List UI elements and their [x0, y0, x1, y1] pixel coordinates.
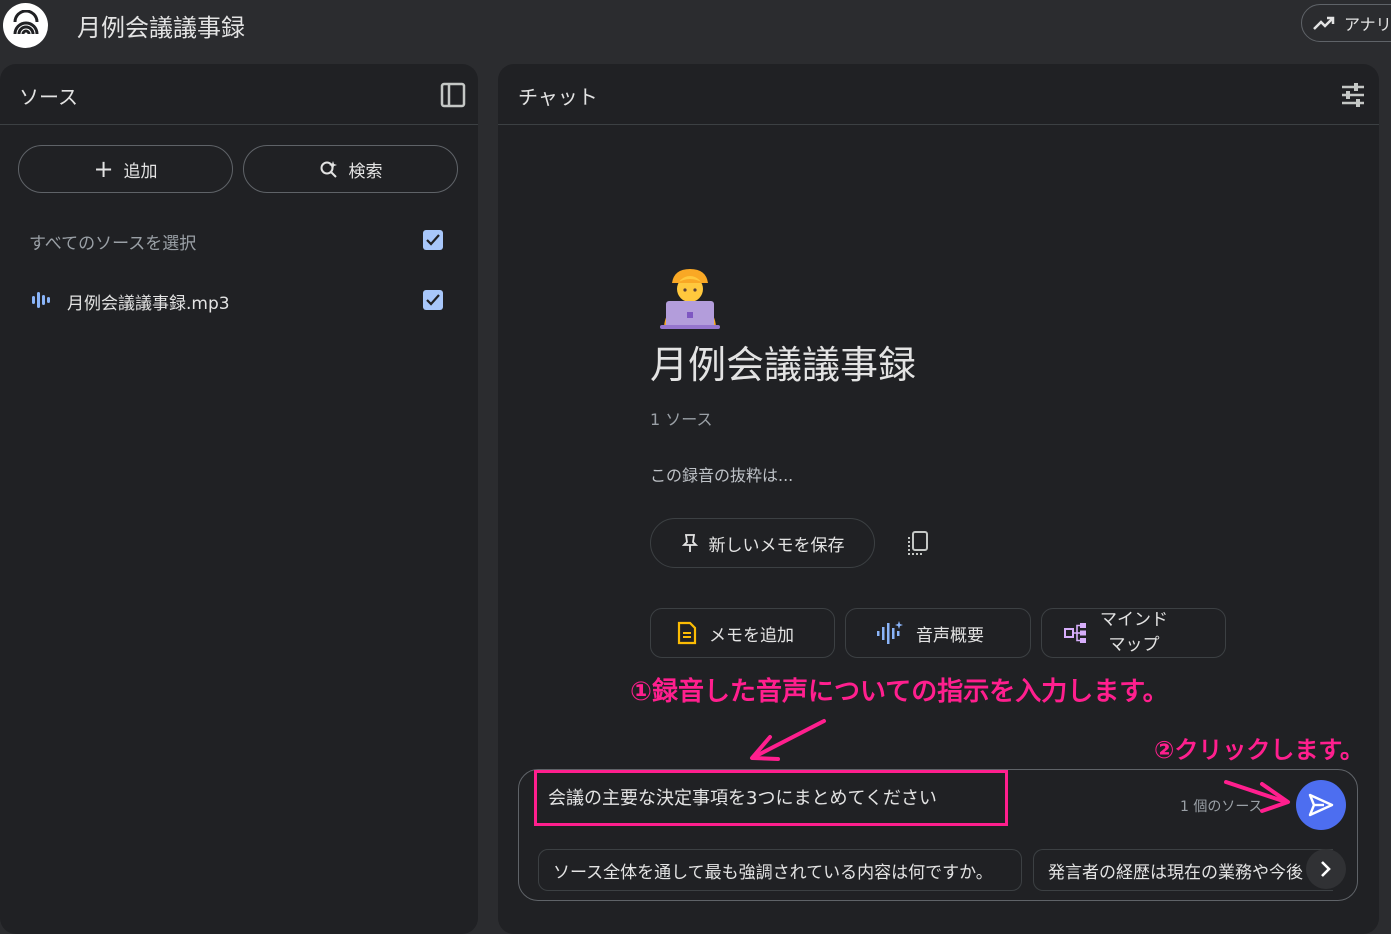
add-note-label: メモを追加 [709, 625, 794, 646]
source-item-checkbox[interactable] [423, 290, 443, 310]
search-source-label: 検索 [348, 161, 383, 182]
analytics-button[interactable]: アナリ [1301, 4, 1391, 42]
send-button[interactable] [1296, 780, 1346, 830]
chat-header: チャット [498, 64, 1379, 125]
suggestion-chip[interactable]: ソース全体を通して最も強調されている内容は何ですか。 [538, 849, 1022, 891]
mind-map-icon [1064, 623, 1086, 643]
select-all-label: すべてのソースを選択 [29, 234, 197, 254]
mind-map-button[interactable]: マインド マップ [1041, 608, 1226, 658]
send-icon [1308, 793, 1334, 817]
note-icon [677, 621, 697, 645]
analytics-label: アナリ [1344, 15, 1391, 34]
annotation-step1: ①録音した音声についての指示を入力します。 [630, 677, 1169, 707]
suggestion-chip[interactable]: 発言者の経歴は現在の業務や今後 [1033, 849, 1333, 891]
app-logo[interactable] [3, 3, 48, 48]
audio-overview-button[interactable]: 音声概要 [845, 608, 1031, 658]
mind-map-label: マインド マップ [1100, 610, 1168, 655]
plus-icon: + [93, 155, 114, 183]
notebook-heading: 月例会議議事録 [650, 343, 917, 387]
add-source-button[interactable]: + 追加 [18, 145, 233, 193]
input-highlight-box [534, 770, 1008, 826]
notebook-summary: この録音の抜粋は... [650, 466, 794, 485]
sources-panel: ソース + 追加 検索 すべてのソースを選択 月例会議議事録.mp3 [0, 64, 478, 934]
copy-icon[interactable] [906, 530, 930, 560]
chevron-right-icon [1321, 861, 1331, 877]
collapse-panel-icon[interactable] [440, 82, 466, 112]
next-suggestions-button[interactable] [1306, 849, 1346, 889]
save-note-label: 新しいメモを保存 [708, 535, 845, 556]
annotation-step2: ②クリックします。 [1154, 736, 1364, 764]
arrow-right-icon [1224, 780, 1290, 813]
source-item-name[interactable]: 月例会議議事録.mp3 [67, 289, 230, 314]
notebook-logo-icon [13, 9, 38, 34]
arrow-down-left-icon [750, 719, 826, 761]
search-spark-icon [320, 161, 337, 178]
chat-title: チャット [518, 85, 598, 109]
sources-title: ソース [19, 85, 78, 109]
search-source-button[interactable]: 検索 [243, 145, 458, 193]
save-note-button[interactable]: 新しいメモを保存 [650, 518, 875, 568]
audio-icon [31, 289, 53, 315]
check-icon [426, 234, 440, 246]
audio-overview-icon [877, 621, 903, 644]
pin-icon [681, 534, 698, 552]
add-note-button[interactable]: メモを追加 [650, 608, 835, 658]
sources-header: ソース [0, 64, 478, 125]
notebook-title[interactable]: 月例会議議事録 [77, 8, 245, 43]
check-icon [426, 294, 440, 306]
technologist-emoji-icon [658, 269, 722, 333]
add-source-label: 追加 [123, 161, 158, 182]
trending-up-icon [1313, 16, 1335, 30]
audio-overview-label: 音声概要 [916, 625, 984, 646]
select-all-checkbox[interactable] [423, 230, 443, 250]
source-count: 1 ソース [650, 410, 713, 429]
tune-settings-icon[interactable] [1340, 82, 1366, 112]
